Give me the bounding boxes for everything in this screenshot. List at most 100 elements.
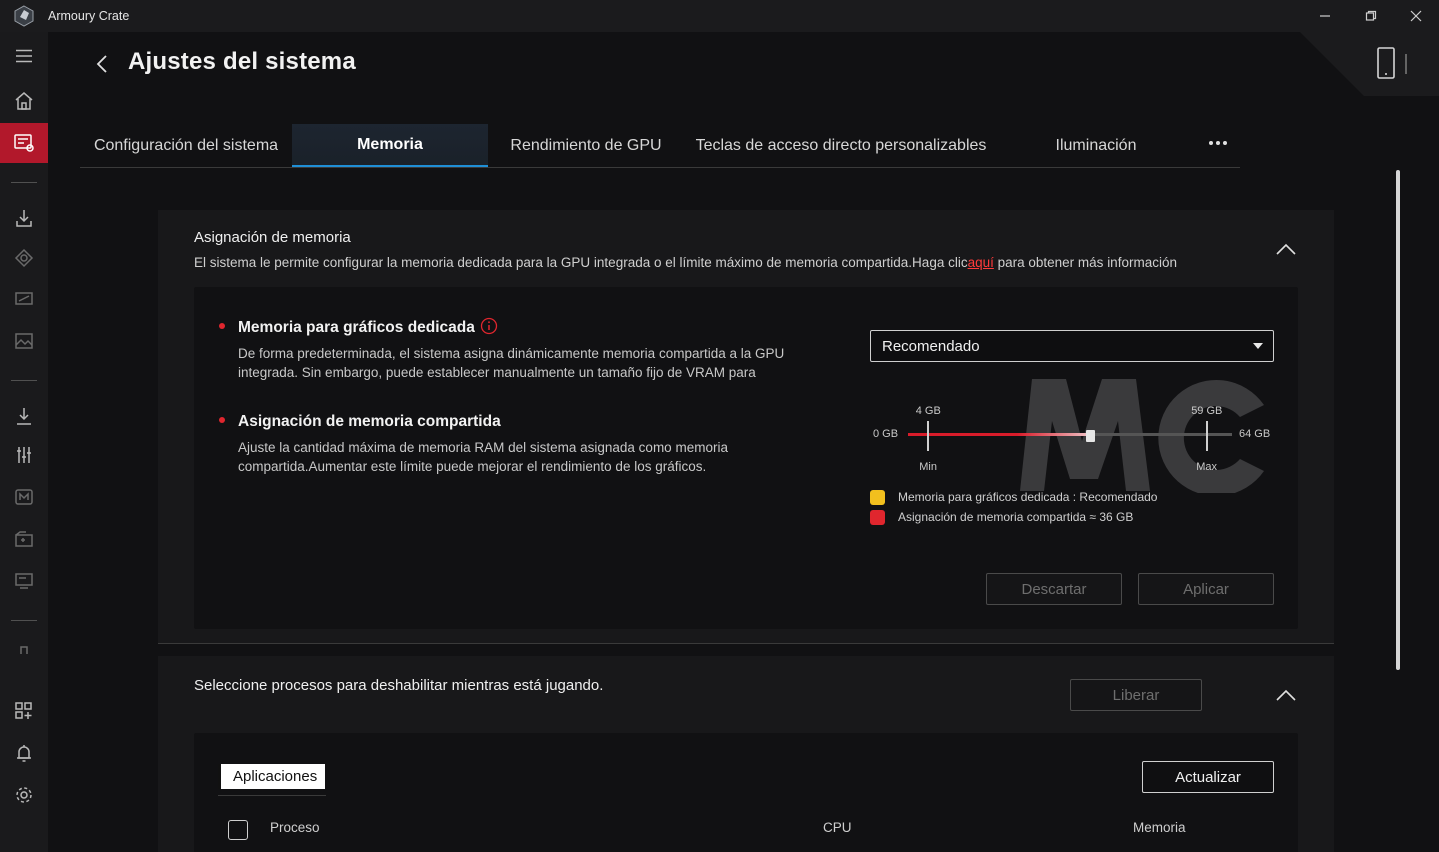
gear-icon — [16, 787, 32, 803]
shared-memory-description: Ajuste la cantidad máxima de memoria RAM… — [238, 440, 728, 474]
tab-gpu-performance[interactable]: Rendimiento de GPU — [488, 124, 684, 167]
image-icon — [15, 333, 33, 349]
dedicated-memory-description: De forma predeterminada, el sistema asig… — [238, 346, 785, 380]
slider-fill — [908, 433, 1091, 436]
dedicated-memory-title: Memoria para gráficos dedicada — [238, 319, 475, 336]
restore-icon — [1365, 10, 1377, 21]
discard-button[interactable]: Descartar — [986, 573, 1122, 605]
sidebar-item-settings[interactable] — [0, 775, 48, 815]
shared-memory-slider[interactable]: 0 GB 64 GB 4 GB Min 59 GB Max — [870, 397, 1290, 477]
display-icon — [15, 292, 33, 305]
section-description: El sistema le permite configurar la memo… — [194, 255, 1177, 270]
select-all-checkbox[interactable] — [228, 820, 248, 840]
max-marker-caption: Max — [1196, 461, 1217, 473]
min-marker-value: 4 GB — [915, 405, 941, 417]
memory-settings-panel: Memoria para gráficos dedicada De forma … — [194, 287, 1298, 629]
shared-memory-title: Asignación de memoria compartida — [238, 413, 501, 430]
tab-system-config[interactable]: Configuración del sistema — [80, 124, 292, 167]
sliders-icon — [17, 447, 31, 463]
bullet-icon — [219, 417, 225, 423]
sidebar-item-featured-apps[interactable] — [0, 691, 48, 731]
title-bar: Armoury Crate — [0, 0, 1439, 32]
tab-lighting[interactable]: Iluminación — [998, 124, 1194, 167]
column-header-process: Proceso — [270, 820, 320, 835]
sidebar-item-tuning[interactable] — [0, 435, 48, 475]
dedicated-memory-dropdown[interactable]: Recomendado — [870, 330, 1274, 362]
processes-panel: Aplicaciones Actualizar Proceso CPU Memo… — [194, 733, 1298, 852]
processes-section-title: Seleccione procesos para deshabilitar mi… — [194, 677, 604, 694]
max-marker — [1205, 421, 1208, 451]
aura-icon — [14, 248, 34, 268]
legend-swatch-red — [870, 509, 885, 525]
sidebar — [0, 32, 48, 852]
tab-applications[interactable]: Aplicaciones — [218, 764, 326, 789]
sidebar-item-display[interactable] — [0, 279, 48, 319]
macro-icon — [15, 489, 33, 505]
sidebar-item-downloads[interactable] — [0, 198, 48, 238]
apply-button[interactable]: Aplicar — [1138, 573, 1274, 605]
slider-thumb[interactable] — [1086, 430, 1096, 442]
sidebar-menu-button[interactable] — [0, 36, 48, 76]
minimize-icon — [1320, 15, 1330, 17]
sidebar-item-macro[interactable] — [0, 477, 48, 517]
small-tab-icon — [20, 646, 28, 654]
tab-bar: Configuración del sistema Memoria Rendim… — [80, 124, 1240, 168]
download-icon — [16, 210, 32, 227]
tab-memory[interactable]: Memoria — [292, 124, 488, 167]
collapse-button[interactable] — [1275, 242, 1297, 256]
more-info-link[interactable]: aquí — [968, 255, 994, 270]
sidebar-item-home[interactable] — [0, 81, 48, 121]
monitor-icon — [15, 573, 33, 589]
bell-icon — [17, 745, 31, 762]
info-icon[interactable] — [480, 317, 498, 335]
update-download-icon — [17, 408, 31, 425]
sidebar-item-aura[interactable] — [0, 238, 48, 278]
sidebar-item-gallery[interactable] — [0, 321, 48, 361]
chevron-up-icon — [1276, 243, 1296, 255]
refresh-button[interactable]: Actualizar — [1142, 761, 1274, 793]
system-settings-icon — [14, 134, 34, 152]
back-button[interactable] — [92, 52, 114, 76]
memory-allocation-card: Asignación de memoria El sistema le perm… — [158, 210, 1334, 644]
column-header-memory: Memoria — [1133, 820, 1186, 835]
minimize-button[interactable] — [1302, 0, 1348, 32]
sidebar-divider — [11, 620, 37, 621]
tab-custom-hotkeys[interactable]: Teclas de acceso directo personalizables — [684, 124, 998, 167]
dropdown-selected-value: Recomendado — [882, 338, 980, 355]
more-icon[interactable] — [1208, 136, 1228, 150]
max-marker-value: 59 GB — [1191, 405, 1223, 417]
sidebar-item-updates[interactable] — [0, 396, 48, 436]
maximize-button[interactable] — [1348, 0, 1394, 32]
chevron-up-icon — [1276, 689, 1296, 701]
scrollbar-thumb[interactable] — [1396, 170, 1400, 670]
sidebar-item-notifications[interactable] — [0, 733, 48, 773]
close-icon — [1410, 10, 1422, 22]
bullet-icon — [219, 323, 225, 329]
sidebar-item-game-library[interactable] — [0, 519, 48, 559]
app-logo-icon — [14, 5, 34, 27]
game-library-icon — [15, 531, 33, 547]
column-header-cpu: CPU — [823, 820, 852, 835]
section-title: Asignación de memoria — [194, 229, 351, 246]
sidebar-divider — [11, 380, 37, 381]
apps-grid-icon — [15, 702, 32, 719]
release-button[interactable]: Liberar — [1070, 679, 1202, 711]
sidebar-divider — [11, 182, 37, 183]
legend-dedicated: Memoria para gráficos dedicada : Recomen… — [870, 489, 1157, 505]
min-marker — [927, 421, 930, 451]
sidebar-item-system-settings[interactable] — [0, 123, 48, 163]
min-marker-caption: Min — [919, 461, 937, 473]
window-title: Armoury Crate — [48, 9, 130, 23]
page-title: Ajustes del sistema — [128, 48, 356, 75]
tab-underline — [218, 795, 326, 796]
legend-shared: Asignación de memoria compartida ≈ 36 GB — [870, 509, 1133, 525]
sidebar-item-monitor[interactable] — [0, 561, 48, 601]
sidebar-item-extra[interactable] — [0, 630, 48, 670]
device-panel-icon[interactable] — [1300, 32, 1439, 96]
collapse-button[interactable] — [1275, 688, 1297, 702]
hamburger-icon — [16, 49, 32, 63]
processes-card: Seleccione procesos para deshabilitar mi… — [158, 656, 1334, 852]
close-button[interactable] — [1393, 0, 1439, 32]
caret-down-icon — [1253, 343, 1263, 349]
slider-min-label: 0 GB — [873, 428, 899, 440]
